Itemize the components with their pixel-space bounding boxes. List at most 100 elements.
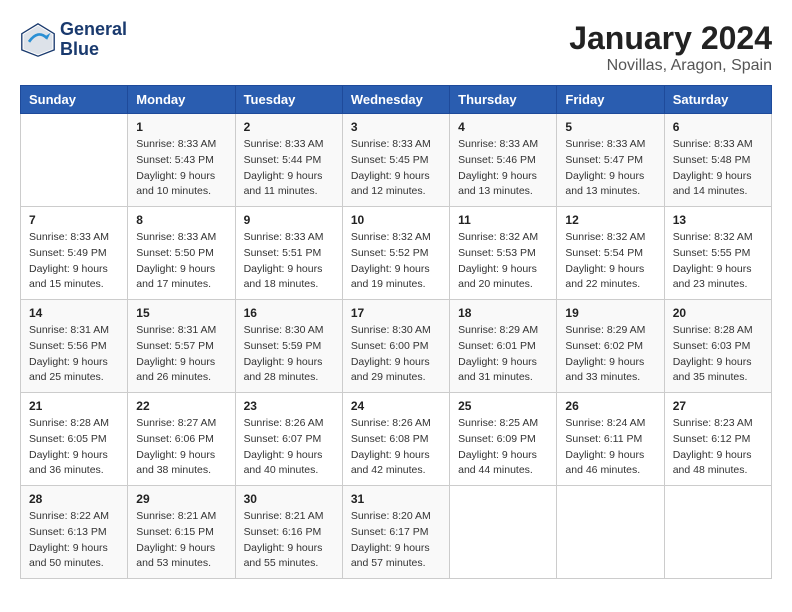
day-number: 17 [351, 306, 441, 320]
day-info: Sunrise: 8:25 AMSunset: 6:09 PMDaylight:… [458, 416, 548, 479]
day-info: Sunrise: 8:22 AMSunset: 6:13 PMDaylight:… [29, 509, 119, 572]
day-number: 20 [673, 306, 763, 320]
day-info: Sunrise: 8:30 AMSunset: 6:00 PMDaylight:… [351, 323, 441, 386]
day-info: Sunrise: 8:21 AMSunset: 6:16 PMDaylight:… [244, 509, 334, 572]
day-number: 21 [29, 399, 119, 413]
calendar-cell: 9 Sunrise: 8:33 AMSunset: 5:51 PMDaylight… [235, 207, 342, 300]
day-header-thursday: Thursday [450, 86, 557, 114]
day-info: Sunrise: 8:29 AMSunset: 6:01 PMDaylight:… [458, 323, 548, 386]
calendar-header-row: SundayMondayTuesdayWednesdayThursdayFrid… [21, 86, 772, 114]
day-info: Sunrise: 8:31 AMSunset: 5:57 PMDaylight:… [136, 323, 226, 386]
calendar-cell: 10 Sunrise: 8:32 AMSunset: 5:52 PMDayligh… [342, 207, 449, 300]
day-number: 4 [458, 120, 548, 134]
calendar-cell: 22Sunrise: 8:27 AMSunset: 6:06 PMDayligh… [128, 393, 235, 486]
day-number: 27 [673, 399, 763, 413]
calendar-cell: 29 Sunrise: 8:21 AMSunset: 6:15 PMDayligh… [128, 486, 235, 579]
calendar-cell: 1Sunrise: 8:33 AMSunset: 5:43 PMDaylight… [128, 114, 235, 207]
day-header-monday: Monday [128, 86, 235, 114]
day-number: 24 [351, 399, 441, 413]
calendar-cell: 2 Sunrise: 8:33 AMSunset: 5:44 PMDaylight… [235, 114, 342, 207]
day-number: 28 [29, 492, 119, 506]
calendar-cell [664, 486, 771, 579]
day-number: 23 [244, 399, 334, 413]
logo: General Blue [20, 20, 127, 60]
calendar-cell: 24 Sunrise: 8:26 AMSunset: 6:08 PMDayligh… [342, 393, 449, 486]
day-info: Sunrise: 8:33 AMSunset: 5:43 PMDaylight:… [136, 137, 226, 200]
calendar-cell: 27 Sunrise: 8:23 AMSunset: 6:12 PMDayligh… [664, 393, 771, 486]
day-info: Sunrise: 8:33 AMSunset: 5:49 PMDaylight:… [29, 230, 119, 293]
calendar-cell: 18 Sunrise: 8:29 AMSunset: 6:01 PMDayligh… [450, 300, 557, 393]
calendar-week-3: 14Sunrise: 8:31 AMSunset: 5:56 PMDayligh… [21, 300, 772, 393]
title-block: January 2024 Novillas, Aragon, Spain [569, 20, 772, 75]
calendar-cell [557, 486, 664, 579]
day-number: 8 [136, 213, 226, 227]
calendar-cell: 14Sunrise: 8:31 AMSunset: 5:56 PMDayligh… [21, 300, 128, 393]
day-header-tuesday: Tuesday [235, 86, 342, 114]
day-info: Sunrise: 8:30 AMSunset: 5:59 PMDaylight:… [244, 323, 334, 386]
calendar-cell: 28 Sunrise: 8:22 AMSunset: 6:13 PMDayligh… [21, 486, 128, 579]
day-info: Sunrise: 8:21 AMSunset: 6:15 PMDaylight:… [136, 509, 226, 572]
calendar-cell [450, 486, 557, 579]
day-number: 19 [565, 306, 655, 320]
calendar-cell: 13 Sunrise: 8:32 AMSunset: 5:55 PMDayligh… [664, 207, 771, 300]
day-info: Sunrise: 8:31 AMSunset: 5:56 PMDaylight:… [29, 323, 119, 386]
day-number: 6 [673, 120, 763, 134]
calendar-week-1: 1Sunrise: 8:33 AMSunset: 5:43 PMDaylight… [21, 114, 772, 207]
calendar-cell: 17 Sunrise: 8:30 AMSunset: 6:00 PMDayligh… [342, 300, 449, 393]
day-number: 15 [136, 306, 226, 320]
day-header-friday: Friday [557, 86, 664, 114]
calendar-cell: 7Sunrise: 8:33 AMSunset: 5:49 PMDaylight… [21, 207, 128, 300]
month-title: January 2024 [569, 20, 772, 57]
day-number: 18 [458, 306, 548, 320]
day-info: Sunrise: 8:32 AMSunset: 5:54 PMDaylight:… [565, 230, 655, 293]
calendar-cell: 31Sunrise: 8:20 AMSunset: 6:17 PMDayligh… [342, 486, 449, 579]
calendar-cell: 15 Sunrise: 8:31 AMSunset: 5:57 PMDayligh… [128, 300, 235, 393]
day-header-wednesday: Wednesday [342, 86, 449, 114]
day-number: 2 [244, 120, 334, 134]
calendar-cell: 19 Sunrise: 8:29 AMSunset: 6:02 PMDayligh… [557, 300, 664, 393]
calendar-week-2: 7Sunrise: 8:33 AMSunset: 5:49 PMDaylight… [21, 207, 772, 300]
day-number: 30 [244, 492, 334, 506]
day-info: Sunrise: 8:33 AMSunset: 5:51 PMDaylight:… [244, 230, 334, 293]
day-info: Sunrise: 8:32 AMSunset: 5:53 PMDaylight:… [458, 230, 548, 293]
calendar-cell: 4 Sunrise: 8:33 AMSunset: 5:46 PMDaylight… [450, 114, 557, 207]
day-header-sunday: Sunday [21, 86, 128, 114]
page-header: General Blue January 2024 Novillas, Arag… [20, 20, 772, 75]
day-info: Sunrise: 8:33 AMSunset: 5:48 PMDaylight:… [673, 137, 763, 200]
day-number: 9 [244, 213, 334, 227]
day-info: Sunrise: 8:32 AMSunset: 5:55 PMDaylight:… [673, 230, 763, 293]
calendar-week-5: 28 Sunrise: 8:22 AMSunset: 6:13 PMDayligh… [21, 486, 772, 579]
day-info: Sunrise: 8:23 AMSunset: 6:12 PMDaylight:… [673, 416, 763, 479]
day-number: 26 [565, 399, 655, 413]
calendar-cell: 26 Sunrise: 8:24 AMSunset: 6:11 PMDayligh… [557, 393, 664, 486]
calendar-cell [21, 114, 128, 207]
calendar-cell: 21Sunrise: 8:28 AMSunset: 6:05 PMDayligh… [21, 393, 128, 486]
day-info: Sunrise: 8:27 AMSunset: 6:06 PMDaylight:… [136, 416, 226, 479]
day-info: Sunrise: 8:29 AMSunset: 6:02 PMDaylight:… [565, 323, 655, 386]
day-number: 25 [458, 399, 548, 413]
day-number: 16 [244, 306, 334, 320]
calendar-cell: 8Sunrise: 8:33 AMSunset: 5:50 PMDaylight… [128, 207, 235, 300]
day-number: 10 [351, 213, 441, 227]
calendar-cell: 20Sunrise: 8:28 AMSunset: 6:03 PMDayligh… [664, 300, 771, 393]
day-number: 5 [565, 120, 655, 134]
calendar-week-4: 21Sunrise: 8:28 AMSunset: 6:05 PMDayligh… [21, 393, 772, 486]
day-info: Sunrise: 8:33 AMSunset: 5:44 PMDaylight:… [244, 137, 334, 200]
day-info: Sunrise: 8:24 AMSunset: 6:11 PMDaylight:… [565, 416, 655, 479]
day-number: 3 [351, 120, 441, 134]
logo-text: General Blue [60, 20, 127, 60]
day-info: Sunrise: 8:33 AMSunset: 5:45 PMDaylight:… [351, 137, 441, 200]
day-info: Sunrise: 8:32 AMSunset: 5:52 PMDaylight:… [351, 230, 441, 293]
calendar-cell: 5 Sunrise: 8:33 AMSunset: 5:47 PMDaylight… [557, 114, 664, 207]
day-info: Sunrise: 8:26 AMSunset: 6:07 PMDaylight:… [244, 416, 334, 479]
calendar-table: SundayMondayTuesdayWednesdayThursdayFrid… [20, 85, 772, 579]
calendar-cell: 25 Sunrise: 8:25 AMSunset: 6:09 PMDayligh… [450, 393, 557, 486]
day-header-saturday: Saturday [664, 86, 771, 114]
day-info: Sunrise: 8:26 AMSunset: 6:08 PMDaylight:… [351, 416, 441, 479]
day-number: 13 [673, 213, 763, 227]
day-info: Sunrise: 8:33 AMSunset: 5:47 PMDaylight:… [565, 137, 655, 200]
location-title: Novillas, Aragon, Spain [569, 57, 772, 75]
day-number: 12 [565, 213, 655, 227]
day-info: Sunrise: 8:33 AMSunset: 5:46 PMDaylight:… [458, 137, 548, 200]
day-number: 29 [136, 492, 226, 506]
